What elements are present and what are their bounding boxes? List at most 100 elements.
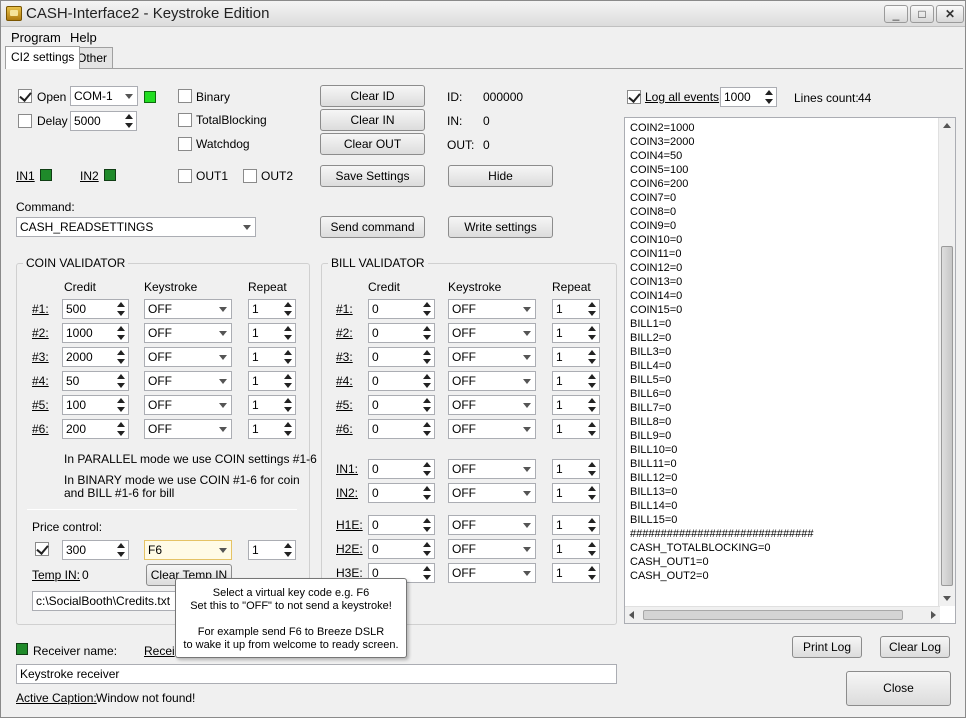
bill-hopper-credit-input[interactable]: 0 bbox=[368, 515, 435, 535]
command-select[interactable]: CASH_READSETTINGS bbox=[16, 217, 256, 237]
bill-in-credit-input[interactable]: 0 bbox=[368, 483, 435, 503]
menu-program[interactable]: Program bbox=[11, 30, 61, 45]
coin-repeat-input[interactable]: 1 bbox=[248, 371, 296, 391]
totalblocking-checkbox[interactable] bbox=[178, 113, 192, 127]
spinner-icon[interactable] bbox=[421, 325, 433, 341]
bill-keystroke-select[interactable]: OFF bbox=[448, 323, 536, 343]
spinner-icon[interactable] bbox=[586, 373, 598, 389]
coin-keystroke-select[interactable]: OFF bbox=[144, 419, 232, 439]
spinner-icon[interactable] bbox=[115, 373, 127, 389]
scroll-left-icon[interactable] bbox=[629, 611, 634, 619]
out1-checkbox[interactable] bbox=[178, 169, 192, 183]
spinner-icon[interactable] bbox=[586, 397, 598, 413]
scroll-up-icon[interactable] bbox=[943, 123, 951, 128]
spinner-icon[interactable] bbox=[763, 89, 775, 105]
spinner-icon[interactable] bbox=[586, 461, 598, 477]
bill-in-keystroke-select[interactable]: OFF bbox=[448, 483, 536, 503]
clear-out-button[interactable]: Clear OUT bbox=[320, 133, 425, 155]
bill-repeat-input[interactable]: 1 bbox=[552, 395, 600, 415]
hide-button[interactable]: Hide bbox=[448, 165, 553, 187]
coin-credit-input[interactable]: 500 bbox=[62, 299, 129, 319]
log-horizontal-scrollbar[interactable] bbox=[625, 606, 940, 623]
com-port-select[interactable]: COM-1 bbox=[70, 86, 138, 106]
spinner-icon[interactable] bbox=[586, 301, 598, 317]
spinner-icon[interactable] bbox=[115, 325, 127, 341]
price-repeat-input[interactable]: 1 bbox=[248, 540, 296, 560]
spinner-icon[interactable] bbox=[421, 397, 433, 413]
spinner-icon[interactable] bbox=[586, 485, 598, 501]
spinner-icon[interactable] bbox=[282, 421, 294, 437]
coin-repeat-input[interactable]: 1 bbox=[248, 395, 296, 415]
spinner-icon[interactable] bbox=[421, 421, 433, 437]
coin-credit-input[interactable]: 50 bbox=[62, 371, 129, 391]
menu-help[interactable]: Help bbox=[70, 30, 97, 45]
write-settings-button[interactable]: Write settings bbox=[448, 216, 553, 238]
spinner-icon[interactable] bbox=[115, 542, 127, 558]
bill-keystroke-select[interactable]: OFF bbox=[448, 299, 536, 319]
coin-credit-input[interactable]: 200 bbox=[62, 419, 129, 439]
close-button[interactable]: Close bbox=[846, 671, 951, 706]
clear-log-button[interactable]: Clear Log bbox=[880, 636, 950, 658]
bill-hopper-keystroke-select[interactable]: OFF bbox=[448, 539, 536, 559]
minimize-button[interactable]: _ bbox=[884, 5, 908, 23]
spinner-icon[interactable] bbox=[282, 301, 294, 317]
bill-credit-input[interactable]: 0 bbox=[368, 395, 435, 415]
scroll-thumb[interactable] bbox=[941, 246, 953, 586]
bill-hopper-repeat-input[interactable]: 1 bbox=[552, 563, 600, 583]
coin-repeat-input[interactable]: 1 bbox=[248, 419, 296, 439]
log-all-events-checkbox[interactable] bbox=[627, 90, 641, 104]
spinner-icon[interactable] bbox=[282, 542, 294, 558]
spinner-icon[interactable] bbox=[115, 397, 127, 413]
tab-ci2-settings[interactable]: CI2 settings bbox=[5, 46, 81, 69]
bill-repeat-input[interactable]: 1 bbox=[552, 419, 600, 439]
spinner-icon[interactable] bbox=[123, 113, 135, 129]
spinner-icon[interactable] bbox=[115, 421, 127, 437]
spinner-icon[interactable] bbox=[421, 461, 433, 477]
close-window-button[interactable]: ✕ bbox=[936, 5, 964, 23]
save-settings-button[interactable]: Save Settings bbox=[320, 165, 425, 187]
spinner-icon[interactable] bbox=[421, 517, 433, 533]
clear-id-button[interactable]: Clear ID bbox=[320, 85, 425, 107]
coin-credit-input[interactable]: 1000 bbox=[62, 323, 129, 343]
scroll-down-icon[interactable] bbox=[943, 596, 951, 601]
receiver-name-input[interactable]: Keystroke receiver bbox=[16, 664, 617, 684]
bill-credit-input[interactable]: 0 bbox=[368, 299, 435, 319]
coin-credit-input[interactable]: 2000 bbox=[62, 347, 129, 367]
coin-repeat-input[interactable]: 1 bbox=[248, 299, 296, 319]
price-keystroke-select[interactable]: F6 bbox=[144, 540, 232, 560]
spinner-icon[interactable] bbox=[421, 541, 433, 557]
print-log-button[interactable]: Print Log bbox=[792, 636, 862, 658]
coin-keystroke-select[interactable]: OFF bbox=[144, 323, 232, 343]
bill-repeat-input[interactable]: 1 bbox=[552, 299, 600, 319]
out2-checkbox[interactable] bbox=[243, 169, 257, 183]
bill-keystroke-select[interactable]: OFF bbox=[448, 395, 536, 415]
bill-credit-input[interactable]: 0 bbox=[368, 347, 435, 367]
spinner-icon[interactable] bbox=[115, 349, 127, 365]
bill-keystroke-select[interactable]: OFF bbox=[448, 419, 536, 439]
log-textarea[interactable]: COIN2=1000 COIN3=2000 COIN4=50 COIN5=100 COI… bbox=[624, 117, 956, 624]
spinner-icon[interactable] bbox=[282, 397, 294, 413]
coin-keystroke-select[interactable]: OFF bbox=[144, 299, 232, 319]
spinner-icon[interactable] bbox=[421, 485, 433, 501]
spinner-icon[interactable] bbox=[115, 301, 127, 317]
coin-keystroke-select[interactable]: OFF bbox=[144, 347, 232, 367]
binary-checkbox[interactable] bbox=[178, 89, 192, 103]
spinner-icon[interactable] bbox=[586, 565, 598, 581]
delay-checkbox[interactable] bbox=[18, 114, 32, 128]
clear-in-button[interactable]: Clear IN bbox=[320, 109, 425, 131]
spinner-icon[interactable] bbox=[586, 349, 598, 365]
coin-repeat-input[interactable]: 1 bbox=[248, 347, 296, 367]
bill-credit-input[interactable]: 0 bbox=[368, 371, 435, 391]
bill-credit-input[interactable]: 0 bbox=[368, 323, 435, 343]
bill-keystroke-select[interactable]: OFF bbox=[448, 371, 536, 391]
credits-file-path-input[interactable]: c:\SocialBooth\Credits.txt bbox=[32, 591, 182, 611]
bill-credit-input[interactable]: 0 bbox=[368, 419, 435, 439]
open-checkbox[interactable] bbox=[18, 89, 32, 103]
bill-keystroke-select[interactable]: OFF bbox=[448, 347, 536, 367]
watchdog-checkbox[interactable] bbox=[178, 137, 192, 151]
bill-in-credit-input[interactable]: 0 bbox=[368, 459, 435, 479]
log-vertical-scrollbar[interactable] bbox=[938, 118, 955, 606]
bill-hopper-repeat-input[interactable]: 1 bbox=[552, 515, 600, 535]
bill-in-repeat-input[interactable]: 1 bbox=[552, 483, 600, 503]
spinner-icon[interactable] bbox=[421, 373, 433, 389]
